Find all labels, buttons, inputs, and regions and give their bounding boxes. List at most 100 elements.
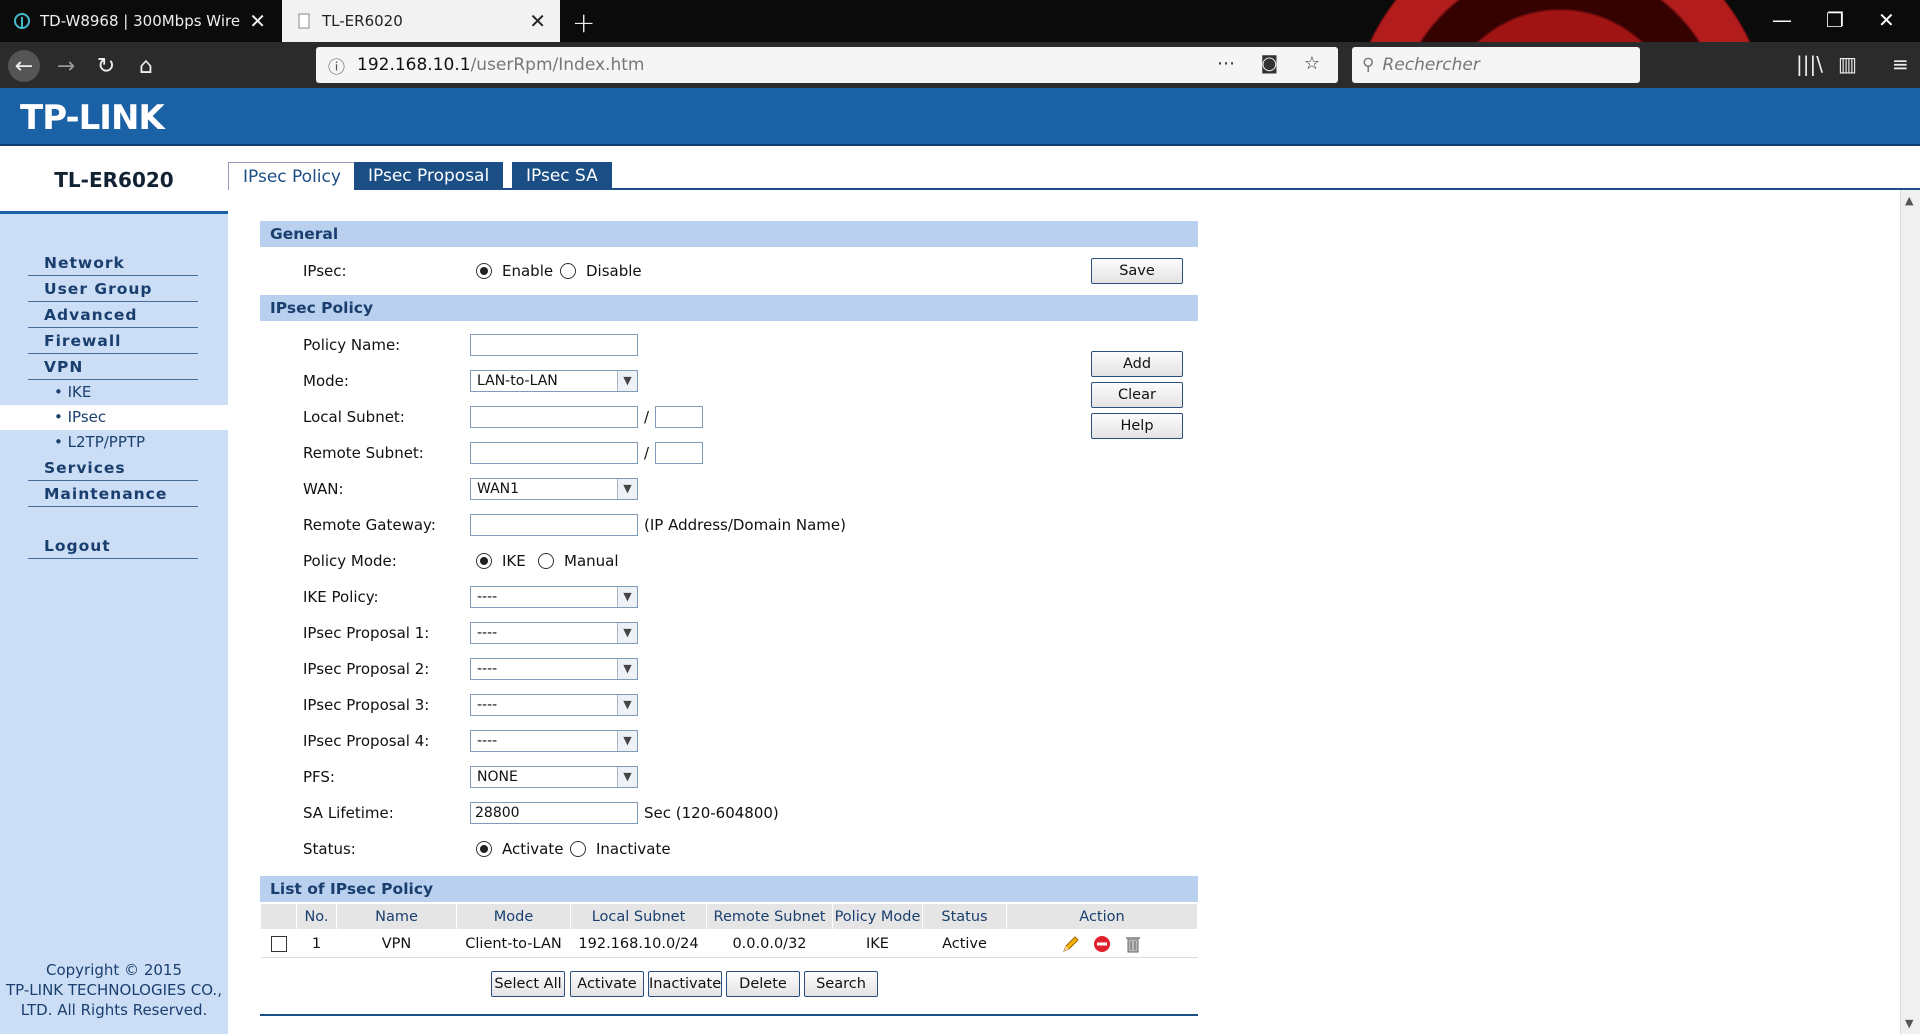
menu-icon[interactable]: ≡ — [1892, 52, 1909, 76]
browser-tab-1[interactable]: TD-W8968 | 300Mbps Wireless ✕ — [0, 0, 280, 42]
add-button[interactable]: Add — [1091, 351, 1183, 377]
policy-table: No. Name Mode Local Subnet Remote Subnet… — [260, 903, 1198, 958]
sidebar-item-vpn[interactable]: VPN — [28, 354, 198, 380]
forward-icon[interactable]: → — [50, 50, 82, 82]
sidebar-subitem-l2tp-pptp[interactable]: • L2TP/PPTP — [28, 430, 198, 455]
wan-select[interactable]: WAN1 ▼ — [470, 478, 638, 500]
chevron-down-icon: ▼ — [617, 767, 637, 787]
ipsec-disable-radio[interactable] — [560, 263, 576, 279]
url-path: /userRpm/Index.htm — [470, 55, 645, 75]
back-icon[interactable]: ← — [8, 50, 40, 82]
ike-policy-label: IKE Policy: — [303, 588, 379, 606]
sidebar-item-user-group[interactable]: User Group — [28, 276, 198, 302]
scroll-up-icon[interactable]: ▲ — [1905, 194, 1913, 207]
remote-subnet-input[interactable] — [470, 442, 638, 464]
sidebar-subitem-ike[interactable]: • IKE — [28, 380, 198, 405]
library-icon[interactable]: |||\ — [1796, 52, 1823, 76]
col-action: Action — [1006, 903, 1198, 930]
policy-mode-ike-radio[interactable] — [476, 553, 492, 569]
url-host: 192.168.10.1 — [357, 55, 471, 75]
main-content: General IPsec: Enable Disable Save IPsec… — [228, 190, 1900, 1034]
col-mode: Mode — [456, 903, 571, 930]
trash-icon[interactable] — [1123, 934, 1143, 954]
disable-icon[interactable] — [1092, 934, 1112, 954]
close-tab-icon[interactable]: ✕ — [529, 9, 546, 33]
sidebar-item-maintenance[interactable]: Maintenance — [28, 481, 198, 507]
tab-ipsec-sa[interactable]: IPsec SA — [512, 162, 612, 190]
policy-name-label: Policy Name: — [303, 336, 401, 354]
search-placeholder: Rechercher — [1382, 55, 1480, 75]
select-all-button[interactable]: Select All — [491, 971, 565, 997]
edit-pencil-icon[interactable] — [1061, 934, 1081, 954]
sidebar-item-services[interactable]: Services — [28, 455, 198, 481]
status-inactivate-radio[interactable] — [570, 841, 586, 857]
ipsec-enable-radio[interactable] — [476, 263, 492, 279]
section-general: General — [260, 221, 1198, 247]
local-subnet-label: Local Subnet: — [303, 408, 405, 426]
home-icon[interactable]: ⌂ — [130, 50, 162, 82]
close-window-icon[interactable]: ✕ — [1878, 8, 1895, 32]
status-activate-radio[interactable] — [476, 841, 492, 857]
row-remote-subnet: 0.0.0.0/32 — [706, 929, 833, 958]
remote-subnet-mask-input[interactable] — [655, 442, 703, 464]
browser-tab-2[interactable]: TL-ER6020 ✕ — [282, 0, 560, 42]
clear-button[interactable]: Clear — [1091, 382, 1183, 408]
policy-name-input[interactable] — [470, 334, 638, 356]
section-list: List of IPsec Policy — [260, 876, 1198, 902]
minimize-icon[interactable]: — — [1772, 8, 1792, 32]
chevron-down-icon: ▼ — [617, 587, 637, 607]
col-status: Status — [922, 903, 1007, 930]
remote-gateway-input[interactable] — [470, 514, 638, 536]
sidebar-item-firewall[interactable]: Firewall — [28, 328, 198, 354]
device-model: TL-ER6020 — [0, 148, 228, 214]
search-input[interactable]: ⚲ Rechercher — [1352, 47, 1640, 83]
search-button[interactable]: Search — [804, 971, 878, 997]
mode-value: LAN-to-LAN — [477, 373, 558, 389]
tab-ipsec-policy[interactable]: IPsec Policy — [228, 162, 356, 190]
proposal-4-select[interactable]: ---- ▼ — [470, 730, 638, 752]
delete-button[interactable]: Delete — [726, 971, 800, 997]
tab-ipsec-proposal[interactable]: IPsec Proposal — [354, 162, 504, 190]
chevron-down-icon: ▼ — [617, 479, 637, 499]
help-button[interactable]: Help — [1091, 413, 1183, 439]
note-divider — [260, 1014, 1198, 1016]
info-icon[interactable]: ⓘ — [328, 53, 345, 78]
theme-decoration — [1350, 0, 1770, 42]
restore-icon[interactable]: ❐ — [1826, 8, 1844, 32]
sa-lifetime-input[interactable]: 28800 — [470, 802, 638, 824]
pfs-select[interactable]: NONE ▼ — [470, 766, 638, 788]
sidebar-item-network[interactable]: Network — [28, 250, 198, 276]
sidebar-toggle-icon[interactable]: ▥ — [1838, 52, 1857, 76]
local-subnet-input[interactable] — [470, 406, 638, 428]
proposal-1-select[interactable]: ---- ▼ — [470, 622, 638, 644]
inactivate-label: Inactivate — [596, 840, 671, 858]
ike-policy-select[interactable]: ---- ▼ — [470, 586, 638, 608]
sidebar-item-logout[interactable]: Logout — [28, 533, 198, 559]
scroll-down-icon[interactable]: ▼ — [1905, 1017, 1913, 1030]
page-actions-icons[interactable]: ⋯ ◙ ☆ — [1217, 53, 1330, 74]
reload-icon[interactable]: ↻ — [90, 50, 122, 82]
inactivate-button[interactable]: Inactivate — [648, 971, 722, 997]
url-bar[interactable]: ⓘ 192.168.10.1/userRpm/Index.htm ⋯ ◙ ☆ — [316, 47, 1338, 83]
sidebar-menu: Network User Group Advanced Firewall VPN… — [0, 250, 228, 559]
activate-button[interactable]: Activate — [570, 971, 644, 997]
manual-label: Manual — [564, 552, 619, 570]
chevron-down-icon: ▼ — [617, 695, 637, 715]
row-actions — [1006, 929, 1198, 958]
proposal-3-value: ---- — [477, 697, 498, 713]
row-name: VPN — [336, 929, 457, 958]
proposal-2-select[interactable]: ---- ▼ — [470, 658, 638, 680]
local-subnet-mask-input[interactable] — [655, 406, 703, 428]
mode-select[interactable]: LAN-to-LAN ▼ — [470, 370, 638, 392]
proposal-3-select[interactable]: ---- ▼ — [470, 694, 638, 716]
row-checkbox[interactable] — [270, 935, 287, 952]
policy-mode-label: Policy Mode: — [303, 552, 397, 570]
scrollbar[interactable]: ▲ ▼ — [1900, 190, 1920, 1034]
policy-mode-manual-radio[interactable] — [538, 553, 554, 569]
ipsec-label: IPsec: — [303, 262, 347, 280]
sidebar-subitem-ipsec[interactable]: • IPsec — [0, 405, 228, 430]
sidebar-item-advanced[interactable]: Advanced — [28, 302, 198, 328]
save-button[interactable]: Save — [1091, 258, 1183, 284]
new-tab-icon[interactable]: + — [572, 6, 595, 39]
close-tab-icon[interactable]: ✕ — [249, 9, 266, 33]
